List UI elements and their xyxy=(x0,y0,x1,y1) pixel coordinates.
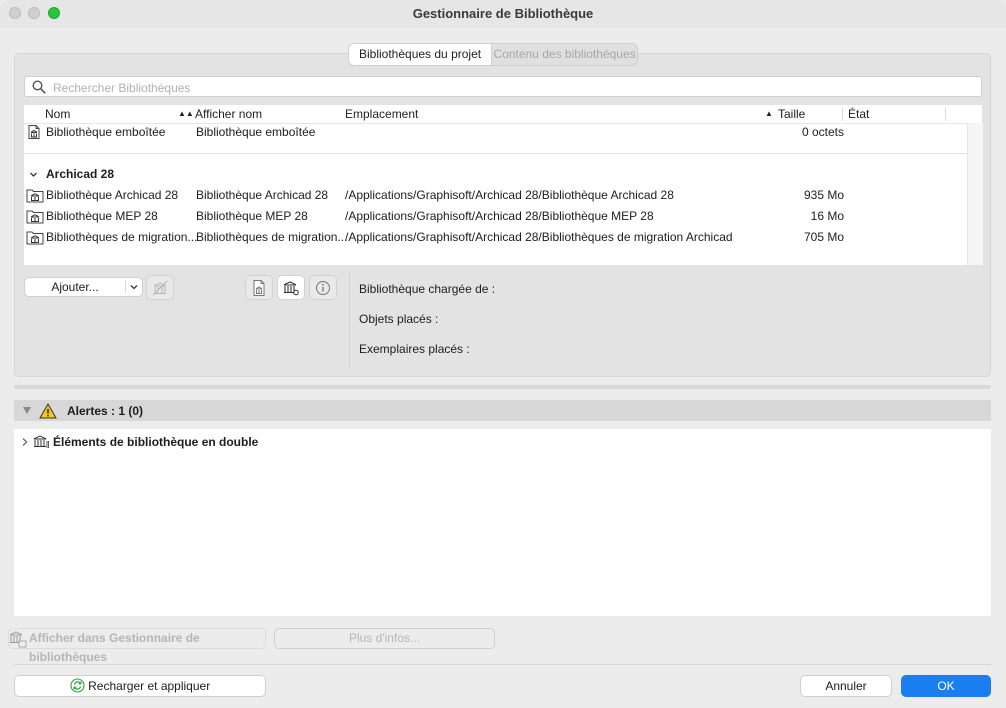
table-divider xyxy=(24,153,967,154)
group-label: Archicad 28 xyxy=(46,167,115,181)
column-divider xyxy=(842,107,843,121)
panel-divider xyxy=(349,272,350,369)
alerts-list: Éléments de bibliothèque en double xyxy=(14,429,991,616)
library-location: /Applications/Graphisoft/Archicad 28/Bib… xyxy=(345,209,654,223)
tab-library-contents[interactable]: Contenu des bibliothèques xyxy=(492,44,637,65)
library-size: 16 Mo xyxy=(810,209,844,223)
reload-and-apply-label: Recharger et appliquer xyxy=(88,679,211,693)
disclosure-triangle-icon[interactable] xyxy=(22,406,32,415)
table-row[interactable]: Bibliothèques de migration... Bibliothèq… xyxy=(24,227,967,247)
sort-arrows-icon: ▲▲ xyxy=(178,109,194,118)
column-header-state[interactable]: État xyxy=(848,107,869,121)
alerts-header[interactable]: Alertes : 1 (0) xyxy=(14,400,991,421)
panel-splitter[interactable] xyxy=(14,385,991,389)
tab-project-libraries[interactable]: Bibliothèques du projet xyxy=(349,44,493,65)
library-display-name: Bibliothèque emboîtée xyxy=(196,125,316,139)
warning-icon xyxy=(39,403,57,419)
export-library-button[interactable] xyxy=(245,275,273,300)
add-library-label: Ajouter... xyxy=(51,280,99,294)
footer-divider xyxy=(14,664,991,665)
library-name: Bibliothèques de migration... xyxy=(46,230,198,244)
column-header-name[interactable]: Nom xyxy=(45,107,70,121)
sort-ascending-icon: ▲ xyxy=(765,109,773,118)
ok-button[interactable]: OK xyxy=(901,675,991,697)
library-display-name: Bibliothèque MEP 28 xyxy=(196,209,308,223)
duplicate-library-icon xyxy=(33,435,49,448)
library-gear-icon xyxy=(283,280,299,295)
library-display-name: Bibliothèque Archicad 28 xyxy=(196,188,329,202)
document-library-icon xyxy=(253,279,265,296)
library-info-button[interactable] xyxy=(309,275,337,300)
more-info-label: Plus d'infos... xyxy=(349,631,420,645)
library-location: /Applications/Graphisoft/Archicad 28/Bib… xyxy=(345,188,674,202)
chevron-right-icon[interactable] xyxy=(20,437,29,447)
search-field[interactable] xyxy=(24,76,982,98)
popup-divider xyxy=(125,281,126,293)
search-icon xyxy=(32,80,46,94)
cancel-label: Annuler xyxy=(825,679,867,693)
more-info-button[interactable]: Plus d'infos... xyxy=(274,628,495,649)
info-icon xyxy=(316,280,330,295)
library-folder-icon xyxy=(26,231,44,245)
remove-library-icon xyxy=(152,280,168,295)
ok-label: OK xyxy=(937,679,955,693)
library-location: /Applications/Graphisoft/Archicad 28/Bib… xyxy=(345,230,733,244)
add-library-popup-button[interactable]: Ajouter... xyxy=(24,277,143,297)
table-row[interactable]: Bibliothèque emboîtée Bibliothèque emboî… xyxy=(24,122,967,142)
loaded-from-label: Bibliothèque chargée de : xyxy=(359,282,496,296)
library-size: 935 Mo xyxy=(803,188,844,202)
library-folder-icon xyxy=(26,189,44,203)
table-row[interactable]: Bibliothèque MEP 28 Bibliothèque MEP 28 … xyxy=(24,206,967,226)
library-name: Bibliothèque emboîtée xyxy=(46,125,166,139)
search-input[interactable] xyxy=(51,77,975,98)
reload-and-apply-button[interactable]: Recharger et appliquer xyxy=(14,675,266,697)
library-name: Bibliothèque Archicad 28 xyxy=(46,188,179,202)
table-scrollbar[interactable] xyxy=(967,123,983,265)
alerts-count-label: Alertes : 1 (0) xyxy=(67,404,144,418)
table-group-row[interactable]: Archicad 28 xyxy=(24,164,967,184)
library-size: 705 Mo xyxy=(803,230,844,244)
library-name: Bibliothèque MEP 28 xyxy=(46,209,158,223)
library-size: 0 octets xyxy=(801,125,844,139)
remove-library-button[interactable] xyxy=(146,275,174,300)
column-divider xyxy=(945,107,946,121)
library-display-name: Bibliothèques de migration... xyxy=(196,230,348,244)
show-in-library-manager-label: Afficher dans Gestionnaire de bibliothèq… xyxy=(29,631,200,664)
title-bar: Gestionnaire de Bibliothèque xyxy=(0,0,1006,28)
libraries-table: Nom ▲▲ Afficher nom Emplacement ▲ Taille… xyxy=(24,105,983,265)
library-manager-window: Gestionnaire de Bibliothèque Bibliothèqu… xyxy=(0,0,1006,708)
column-header-size[interactable]: Taille xyxy=(778,107,805,121)
alert-item-label: Éléments de bibliothèque en double xyxy=(53,435,259,449)
library-settings-button[interactable] xyxy=(277,275,305,300)
alert-item[interactable]: Éléments de bibliothèque en double xyxy=(20,435,258,449)
chevron-down-icon[interactable] xyxy=(29,170,38,179)
cancel-button[interactable]: Annuler xyxy=(800,675,892,697)
column-header-display-name[interactable]: Afficher nom xyxy=(195,107,262,121)
tab-bar: Bibliothèques du projet Contenu des bibl… xyxy=(348,43,639,66)
column-header-location[interactable]: Emplacement xyxy=(345,107,418,121)
reload-icon xyxy=(70,678,85,693)
chevron-down-icon xyxy=(130,285,138,290)
placed-instances-label: Exemplaires placés : xyxy=(359,342,470,356)
window-title: Gestionnaire de Bibliothèque xyxy=(412,6,594,21)
placed-objects-label: Objets placés : xyxy=(359,312,439,326)
library-folder-icon xyxy=(26,210,44,224)
show-in-library-manager-button[interactable]: Afficher dans Gestionnaire de bibliothèq… xyxy=(8,628,266,664)
embedded-library-icon xyxy=(28,125,40,139)
table-row[interactable]: Bibliothèque Archicad 28 Bibliothèque Ar… xyxy=(24,185,967,205)
library-manager-icon xyxy=(9,631,27,648)
